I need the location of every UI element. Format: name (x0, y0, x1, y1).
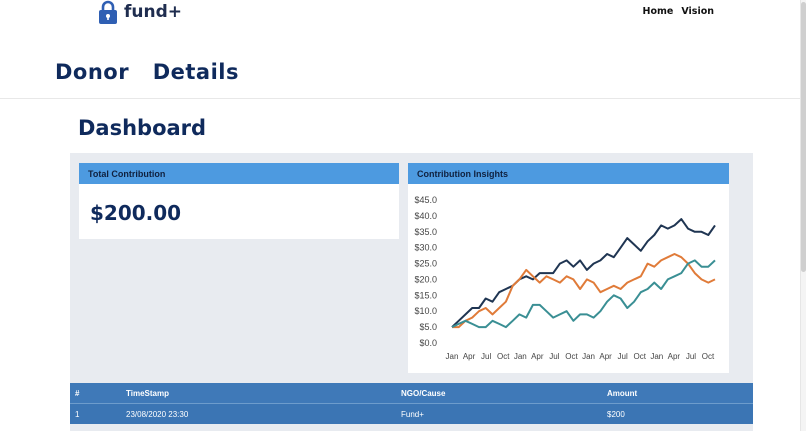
y-tick-label: $15.0 (414, 290, 437, 300)
column-header-amount: Amount (607, 389, 638, 398)
x-tick-label: Apr (463, 352, 476, 361)
x-tick-label: Jul (481, 352, 491, 361)
x-tick-label: Apr (531, 352, 544, 361)
column-header-index: # (75, 389, 80, 398)
row-timestamp: 23/08/2020 23:30 (126, 410, 189, 419)
y-tick-label: $20.0 (414, 274, 437, 284)
donations-table: # TimeStamp NGO/Cause Amount 1 23/08/202… (70, 383, 753, 424)
row-index: 1 (75, 410, 80, 419)
x-tick-label: Oct (497, 352, 510, 361)
total-contribution-header: Total Contribution (79, 163, 399, 184)
x-tick-label: Oct (702, 352, 715, 361)
y-tick-label: $0.0 (419, 338, 437, 348)
scrollbar-thumb[interactable] (801, 2, 806, 272)
y-tick-label: $35.0 (414, 227, 437, 237)
y-tick-label: $30.0 (414, 243, 437, 253)
row-cause: Fund+ (401, 410, 424, 419)
brand-logo[interactable]: fund+ (96, 0, 182, 24)
navbar: fund+ Home Vision (0, 0, 806, 30)
y-tick-label: $10.0 (414, 306, 437, 316)
x-tick-label: Oct (634, 352, 647, 361)
x-tick-label: Jul (549, 352, 559, 361)
panel-bottom (70, 425, 753, 431)
contribution-insights-header: Contribution Insights (408, 163, 729, 184)
contribution-line-chart: $0.0 $5.0 $10.0 $15.0 $20.0 $25.0 $30.0 $35.0 $4… (414, 195, 716, 361)
row-amount: $200 (607, 410, 625, 419)
y-tick-label: $40.0 (414, 211, 437, 221)
lock-icon (99, 0, 117, 24)
page-title: Donor Details (55, 60, 239, 84)
series-line-3 (451, 259, 716, 329)
y-tick-label: $45.0 (414, 195, 437, 205)
x-tick-label: Oct (565, 352, 578, 361)
x-tick-label: Jul (618, 352, 628, 361)
table-header-row: # TimeStamp NGO/Cause Amount (70, 383, 753, 403)
brand-name: fund+ (124, 2, 183, 22)
page-scrollbar[interactable] (800, 0, 806, 431)
x-tick-label: Jan (582, 352, 595, 361)
x-tick-label: Jan (446, 352, 459, 361)
header-divider (0, 98, 800, 99)
total-contribution-amount: $200.00 (90, 201, 182, 225)
dashboard-title: Dashboard (78, 116, 207, 140)
x-tick-label: Apr (599, 352, 612, 361)
x-tick-label: Jan (514, 352, 527, 361)
series-line-1 (451, 218, 716, 328)
y-tick-label: $5.0 (419, 322, 437, 332)
x-tick-label: Jul (686, 352, 696, 361)
x-tick-label: Apr (668, 352, 681, 361)
column-header-timestamp: TimeStamp (126, 389, 169, 398)
nav-vision-link[interactable]: Vision (681, 6, 714, 17)
total-contribution-card: Total Contribution $200.00 (79, 163, 399, 239)
column-header-cause: NGO/Cause (401, 389, 446, 398)
nav-links: Home Vision (643, 6, 714, 17)
contribution-insights-card: Contribution Insights $0.0 $5.0 $10.0 $15.0… (408, 163, 729, 373)
y-tick-label: $25.0 (414, 259, 437, 269)
table-row[interactable]: 1 23/08/2020 23:30 Fund+ $200 (70, 403, 753, 424)
x-tick-label: Jan (650, 352, 663, 361)
nav-home-link[interactable]: Home (643, 6, 674, 17)
